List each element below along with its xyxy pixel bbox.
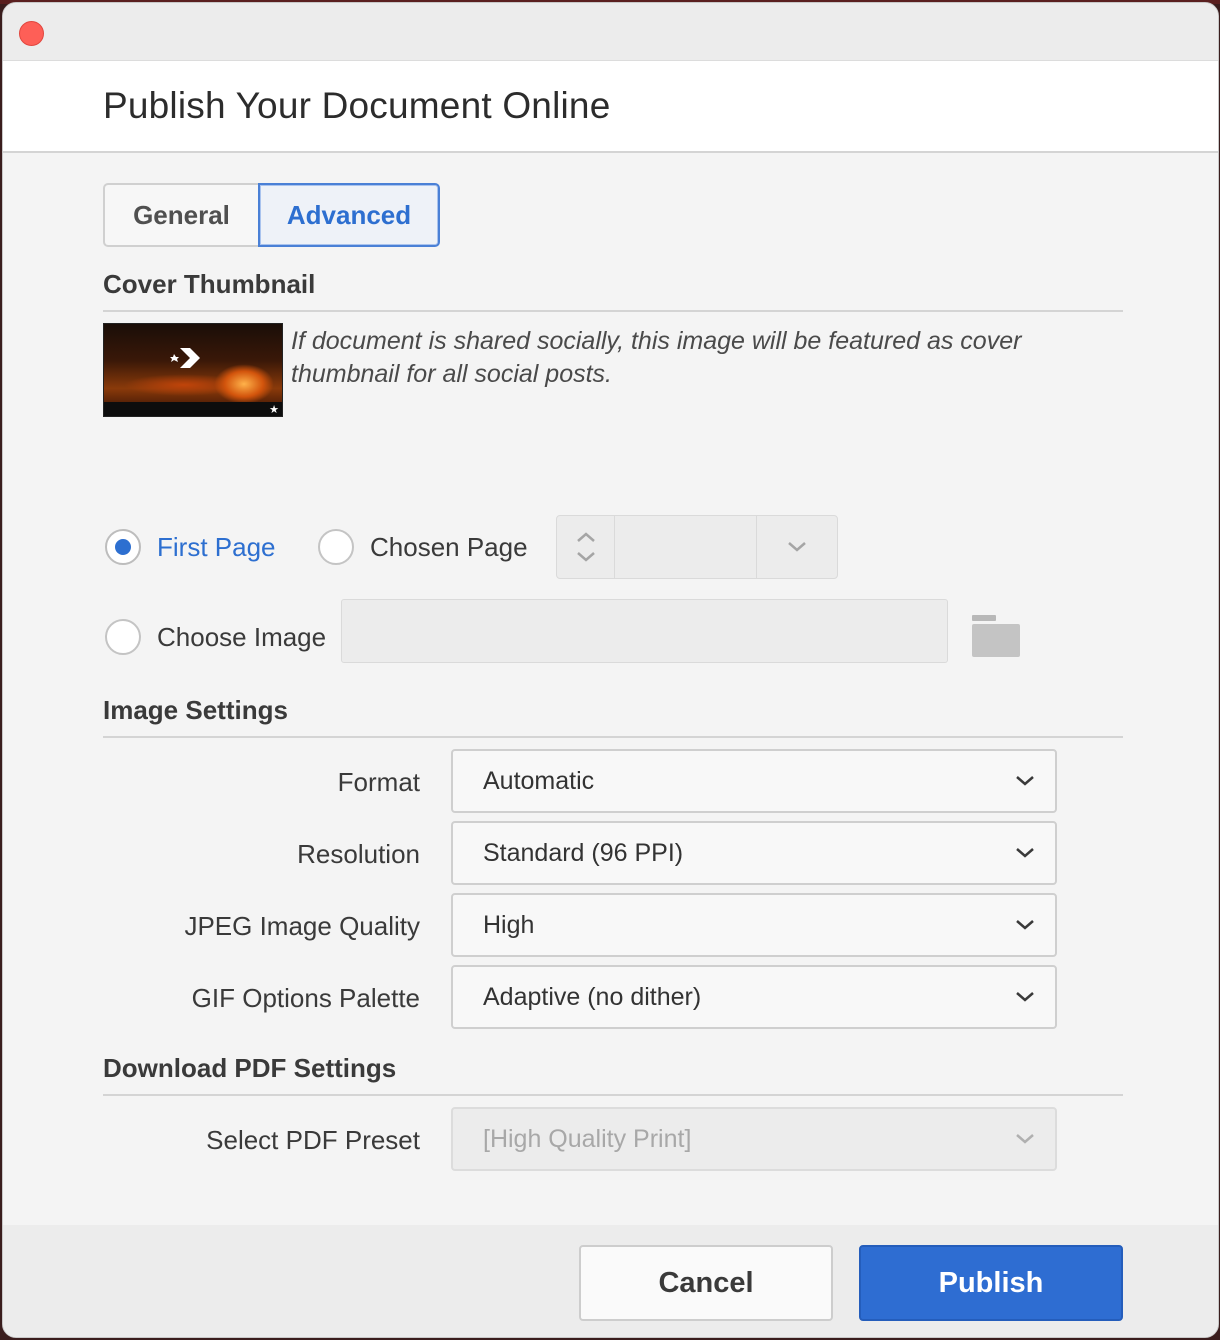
resolution-label: Resolution [297,839,420,869]
section-divider [103,310,1123,312]
format-value: Automatic [483,766,595,795]
chevron-up-icon[interactable] [576,531,596,543]
chevron-down-icon [995,847,1055,859]
cover-thumbnail-heading: Cover Thumbnail [103,269,316,299]
jpeg-quality-select[interactable]: High [451,893,1057,957]
format-label: Format [337,767,420,797]
page-number-field[interactable] [615,516,757,578]
chosen-page-label: Chosen Page [370,531,528,562]
tab-general[interactable]: General [103,183,258,247]
pdf-settings-heading: Download PDF Settings [103,1053,397,1083]
page-number-dropdown[interactable] [757,516,837,578]
chevron-down-icon [995,775,1055,787]
first-page-radio[interactable] [105,529,141,565]
jpeg-quality-value: High [483,910,535,939]
choose-image-option[interactable]: Choose Image [105,619,326,655]
cancel-button[interactable]: Cancel [579,1245,833,1321]
gif-palette-label: GIF Options Palette [191,983,420,1013]
chevron-down-icon [995,991,1055,1003]
pdf-preset-select: [High Quality Print] [451,1107,1057,1171]
thumbnail-footer-bar [104,402,282,416]
format-select[interactable]: Automatic [451,749,1057,813]
chevron-down-icon [995,1133,1055,1145]
thumbnail-description: If document is shared socially, this ima… [291,327,1022,388]
image-path-field[interactable] [341,599,948,663]
pdf-preset-value: [High Quality Print] [483,1124,692,1153]
gif-palette-select[interactable]: Adaptive (no dither) [451,965,1057,1029]
tab-advanced[interactable]: Advanced [258,183,440,247]
cover-thumbnail-image: ★ [103,323,283,417]
chosen-page-option[interactable]: Chosen Page [318,529,528,565]
resolution-value: Standard (96 PPI) [483,838,684,867]
publish-button[interactable]: Publish [859,1245,1123,1321]
folder-icon[interactable] [971,613,1021,659]
pdf-preset-label: Select PDF Preset [206,1125,420,1155]
dialog-header: Publish Your Document Online [3,61,1218,153]
stepper-arrows[interactable] [557,516,615,578]
title-bar [3,3,1218,61]
publish-dialog: Publish Your Document Online General Adv… [2,2,1219,1338]
tab-bar: General Advanced [103,183,440,247]
choose-image-label: Choose Image [157,621,327,652]
converse-logo-icon [170,348,200,368]
image-settings-heading: Image Settings [103,695,288,725]
first-page-label: First Page [157,531,276,562]
first-page-option[interactable]: First Page [105,529,276,565]
gif-palette-value: Adaptive (no dither) [483,982,702,1011]
chosen-page-radio[interactable] [318,529,354,565]
section-divider [103,736,1123,738]
section-divider [103,1094,1123,1096]
dialog-title: Publish Your Document Online [103,85,611,126]
page-number-stepper [556,515,838,579]
dialog-footer: Cancel Publish [3,1225,1218,1337]
star-icon: ★ [269,404,279,416]
resolution-select[interactable]: Standard (96 PPI) [451,821,1057,885]
jpeg-quality-label: JPEG Image Quality [184,911,420,941]
choose-image-radio[interactable] [105,619,141,655]
chevron-down-icon [788,542,806,552]
chevron-down-icon [995,919,1055,931]
chevron-down-icon[interactable] [576,551,596,563]
close-window-button[interactable] [19,21,44,46]
